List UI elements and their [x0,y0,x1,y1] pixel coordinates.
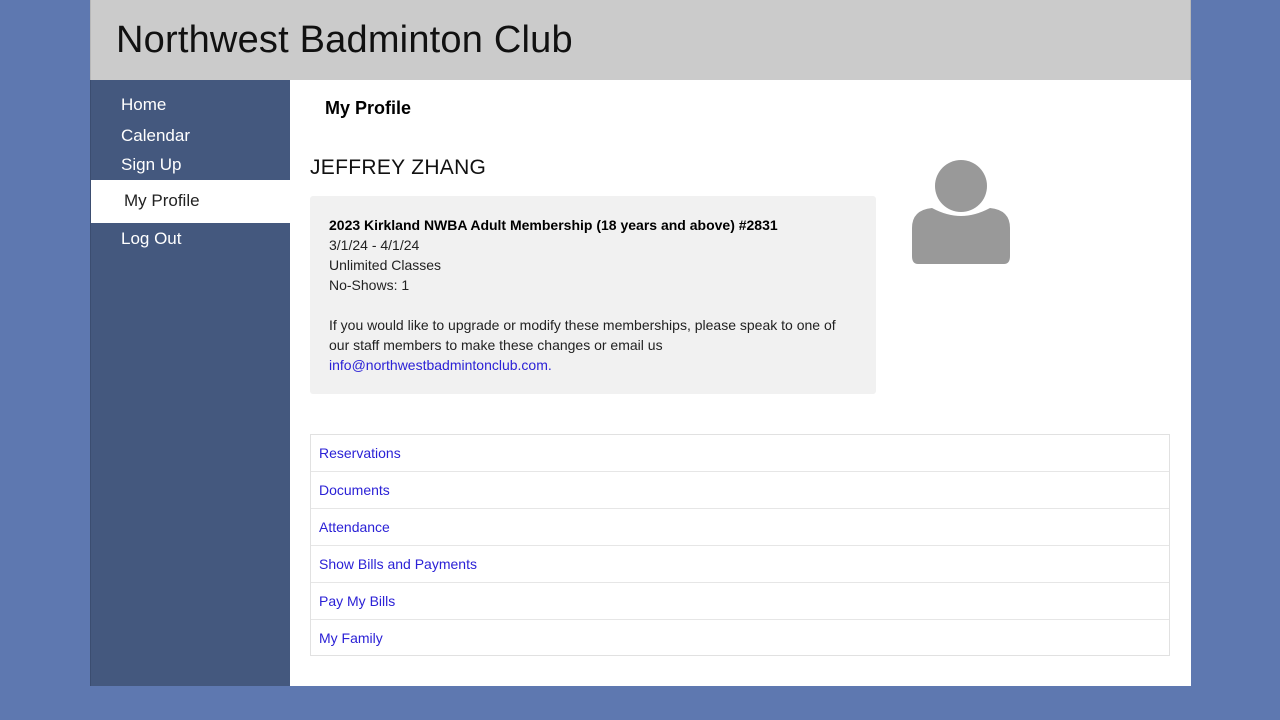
membership-note: If you would like to upgrade or modify t… [329,315,857,375]
membership-title: 2023 Kirkland NWBA Adult Membership (18 … [329,217,778,233]
membership-note-text: If you would like to upgrade or modify t… [329,317,836,353]
pay-my-bills-link[interactable]: Pay My Bills [319,593,395,609]
list-item-documents[interactable]: Documents [311,472,1169,509]
list-item-attendance[interactable]: Attendance [311,509,1169,546]
documents-link[interactable]: Documents [319,482,390,498]
sidebar-item-log-out[interactable]: Log Out [121,229,182,249]
membership-classes: Unlimited Classes [329,257,442,273]
reservations-link[interactable]: Reservations [319,445,401,461]
list-item-bills-payments[interactable]: Show Bills and Payments [311,546,1169,583]
user-silhouette-icon [912,160,1010,266]
sidebar-item-my-profile[interactable]: My Profile [91,180,291,223]
site-header: Northwest Badminton Club [90,0,1191,80]
site-title: Northwest Badminton Club [116,19,573,61]
show-bills-payments-link[interactable]: Show Bills and Payments [319,556,477,572]
contact-email-link[interactable]: info@northwestbadmintonclub.com. [329,357,552,373]
membership-dates: 3/1/24 - 4/1/24 [329,237,420,253]
member-name: JEFFREY ZHANG [310,156,487,179]
list-item-reservations[interactable]: Reservations [311,435,1169,472]
sidebar-item-calendar[interactable]: Calendar [121,126,190,146]
profile-links-list: Reservations Documents Attendance Show B… [310,434,1170,656]
sidebar-nav: Home Calendar Sign Up My Profile Log Out [90,80,291,686]
page-frame: Northwest Badminton Club Home Calendar S… [90,0,1191,686]
my-family-link[interactable]: My Family [319,630,383,646]
membership-card: 2023 Kirkland NWBA Adult Membership (18 … [310,196,876,394]
page-title: My Profile [325,98,412,118]
sidebar-item-label: My Profile [124,191,200,210]
sidebar-item-home[interactable]: Home [121,95,166,115]
list-item-pay-bills[interactable]: Pay My Bills [311,583,1169,620]
list-item-my-family[interactable]: My Family [311,620,1169,657]
main-content: My Profile JEFFREY ZHANG 2023 Kirkland N… [290,80,1191,686]
sidebar-item-sign-up[interactable]: Sign Up [121,155,181,175]
membership-no-shows: No-Shows: 1 [329,277,410,293]
attendance-link[interactable]: Attendance [319,519,390,535]
